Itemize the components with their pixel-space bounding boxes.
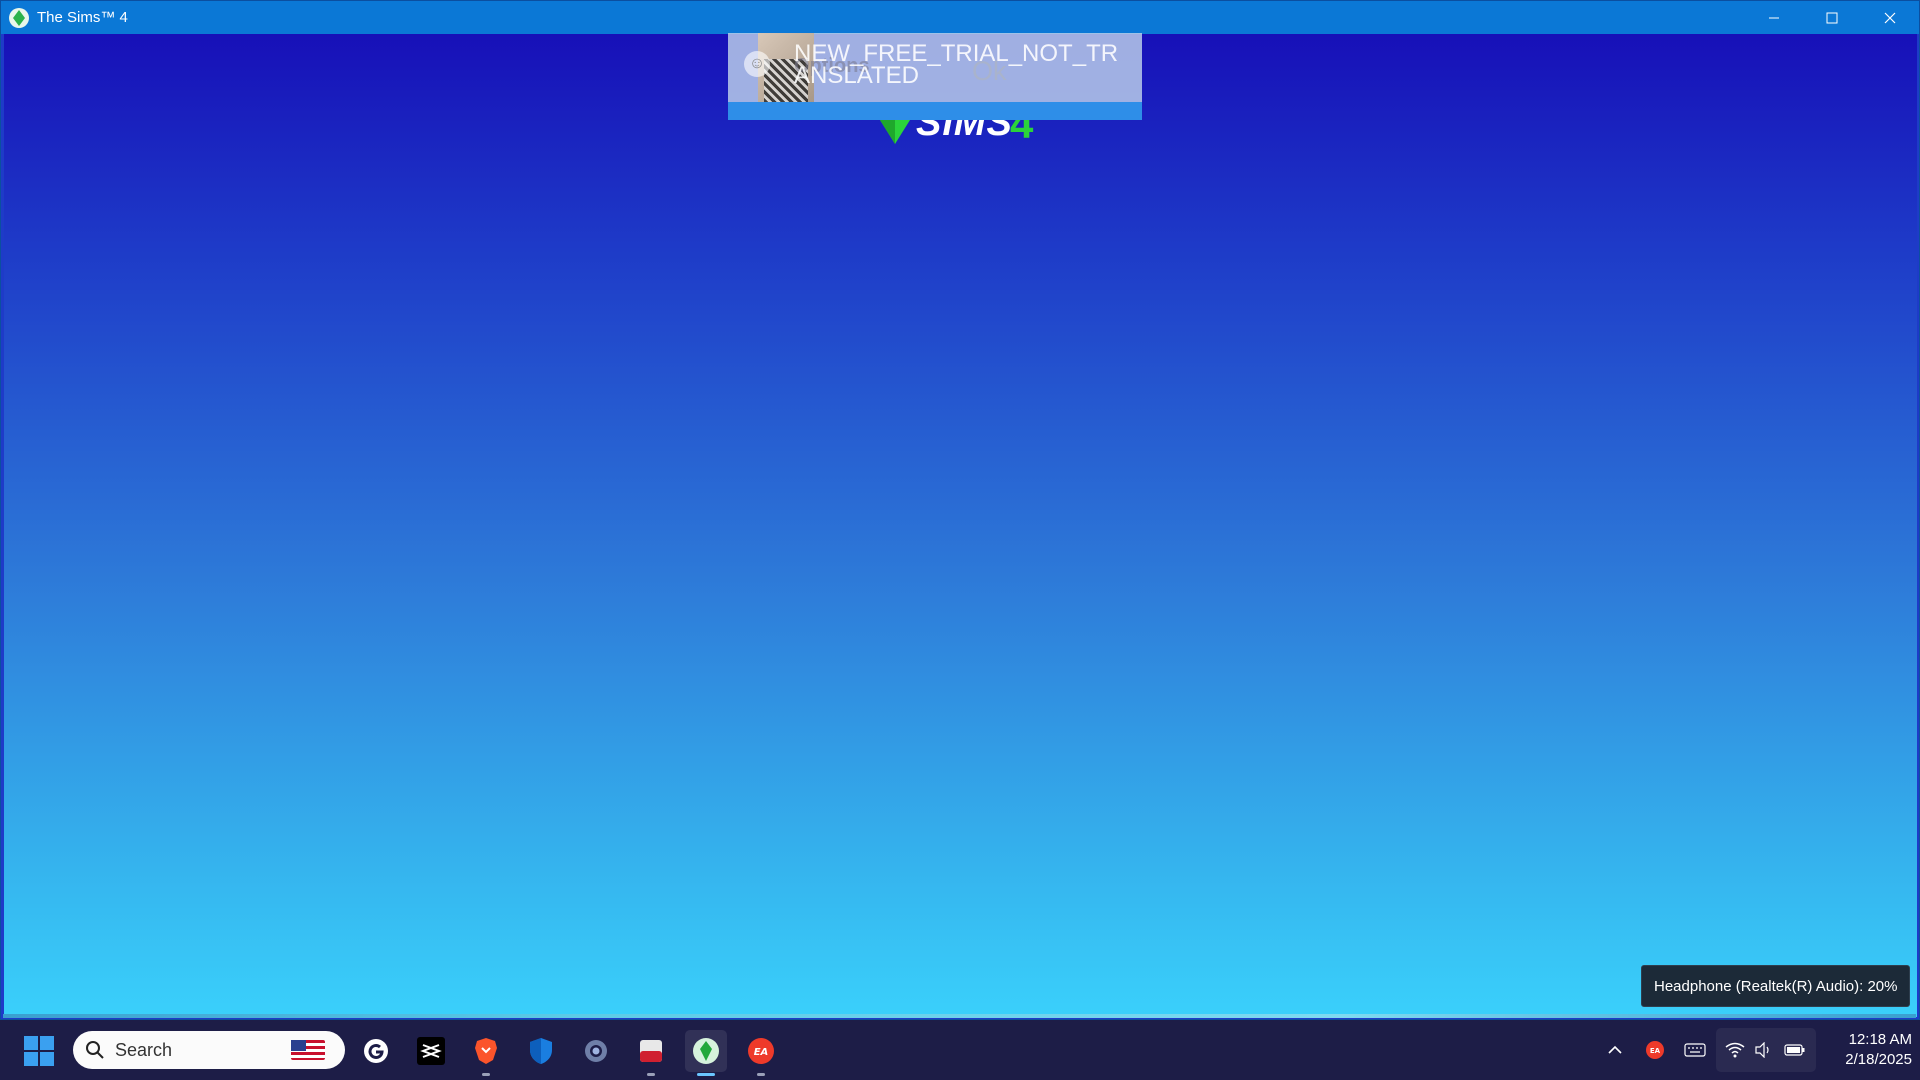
sims4-icon[interactable]	[685, 1030, 727, 1076]
volume-tooltip: Headphone (Realtek(R) Audio): 20%	[1641, 965, 1911, 1007]
windows-logo-icon	[24, 1036, 38, 1050]
brave-browser-icon[interactable]	[465, 1030, 507, 1076]
taskbar-search[interactable]: Search	[73, 1031, 345, 1069]
ea-tray-icon[interactable]: EA	[1644, 1039, 1666, 1061]
window-title: The Sims™ 4	[37, 9, 128, 26]
window-controls	[1745, 1, 1919, 34]
banner-bottom-bar	[728, 102, 1142, 120]
title-bar[interactable]: The Sims™ 4	[1, 1, 1919, 34]
notification-banner[interactable]: ☺ Options NEW_FREE_TRIAL_NOT_TRANSLATED	[728, 33, 1142, 120]
start-button[interactable]	[24, 1036, 54, 1066]
keyboard-icon[interactable]	[1684, 1039, 1706, 1061]
media-app-icon[interactable]	[630, 1030, 672, 1076]
search-icon	[86, 1041, 104, 1059]
ok-button[interactable]: Ok	[972, 56, 1007, 87]
clock-time: 12:18 AM	[1848, 1031, 1912, 1048]
ea-app-icon[interactable]: EA	[740, 1030, 782, 1076]
clock-date: 2/18/2025	[1845, 1051, 1912, 1068]
battery-icon[interactable]	[1784, 1039, 1806, 1061]
search-placeholder: Search	[115, 1039, 173, 1060]
game-viewport[interactable]	[4, 34, 1917, 1017]
windows-security-icon[interactable]	[520, 1030, 562, 1072]
close-button[interactable]	[1861, 1, 1919, 34]
sims4-plumbob-icon	[9, 7, 29, 28]
avatar-icon: ☺	[744, 51, 770, 77]
notification-message: NEW_FREE_TRIAL_NOT_TRANSLATED	[794, 40, 1119, 89]
minimize-icon	[1769, 17, 1779, 18]
minimize-button[interactable]	[1745, 1, 1803, 34]
svg-text:EA: EA	[754, 1047, 769, 1058]
game-progress-strip	[3, 1014, 1916, 1018]
maximize-button[interactable]	[1803, 1, 1861, 34]
svg-text:EA: EA	[1650, 1047, 1661, 1055]
volume-icon[interactable]	[1753, 1039, 1775, 1061]
close-icon	[1884, 12, 1896, 23]
wifi-icon[interactable]	[1724, 1039, 1746, 1061]
settings-icon[interactable]	[575, 1030, 617, 1072]
game-window: The Sims™ 4	[0, 0, 1920, 1020]
logitech-g-hub-icon[interactable]	[355, 1030, 397, 1072]
chevron-up-icon[interactable]	[1604, 1039, 1626, 1061]
capcut-icon[interactable]	[410, 1030, 452, 1072]
taskbar: Search EA EA 12:18 AM 2/18/2025	[0, 1020, 1920, 1080]
maximize-icon	[1826, 12, 1838, 23]
clock[interactable]: 12:18 AM 2/18/2025	[1822, 1030, 1912, 1070]
us-flag-icon	[291, 1040, 325, 1060]
